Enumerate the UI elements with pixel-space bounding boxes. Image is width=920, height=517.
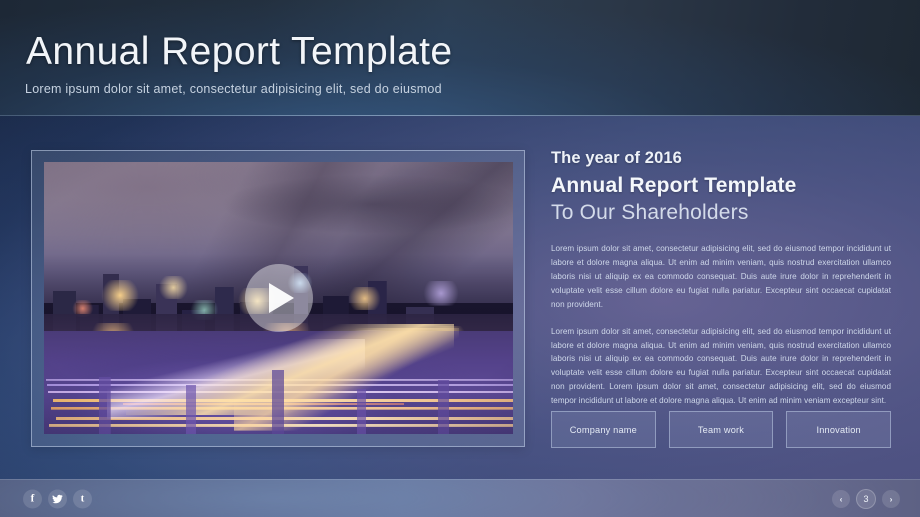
prev-page-button[interactable]: ‹	[832, 489, 850, 508]
content-subhead: To Our Shareholders	[551, 200, 749, 224]
slide-footer: f t ‹ 3 ›	[0, 479, 920, 517]
facebook-icon[interactable]: f	[23, 489, 42, 508]
pagination: ‹ 3 ›	[832, 488, 900, 509]
body-paragraph: Lorem ipsum dolor sit amet, consectetur …	[551, 244, 891, 309]
content-headline: Annual Report Template	[551, 173, 797, 197]
content-eyebrow: The year of 2016	[551, 149, 682, 167]
slide-header: Annual Report Template Lorem ipsum dolor…	[0, 0, 920, 116]
innovation-button[interactable]: Innovation	[786, 411, 892, 448]
twitter-icon[interactable]	[48, 489, 67, 508]
play-triangle-glyph	[269, 283, 294, 313]
video-thumbnail[interactable]	[44, 162, 513, 434]
page-subtitle: Lorem ipsum dolor sit amet, consectetur …	[25, 82, 442, 96]
social-links: f t	[23, 489, 92, 508]
body-paragraph: Lorem ipsum dolor sit amet, consectetur …	[551, 326, 891, 406]
slide-canvas: Annual Report Template Lorem ipsum dolor…	[0, 0, 920, 517]
media-frame[interactable]	[31, 150, 525, 447]
tag-button-row: Company name Team work Innovation	[551, 411, 892, 448]
team-work-button[interactable]: Team work	[668, 411, 774, 448]
page-title: Annual Report Template	[26, 30, 453, 73]
company-name-button[interactable]: Company name	[551, 411, 656, 448]
next-page-button[interactable]: ›	[882, 489, 900, 508]
content-column: The year of 2016 Annual Report Template …	[551, 148, 891, 408]
tumblr-icon[interactable]: t	[73, 489, 92, 508]
current-page-indicator[interactable]: 3	[856, 488, 876, 509]
play-icon[interactable]	[244, 264, 313, 332]
